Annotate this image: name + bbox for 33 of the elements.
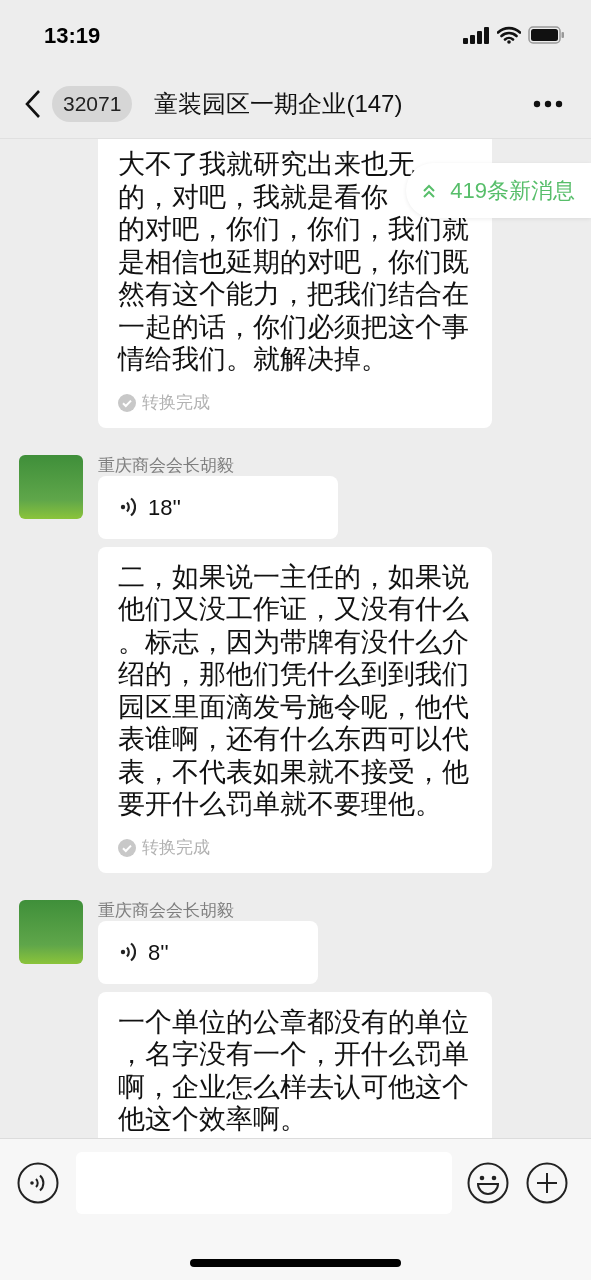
check-circle-icon bbox=[118, 393, 136, 412]
more-icon[interactable] bbox=[533, 100, 563, 108]
wifi-icon bbox=[497, 26, 521, 44]
status-text: 转换完成 bbox=[142, 391, 210, 414]
transcript-line: 情给我们。就解决掉。 bbox=[118, 343, 388, 376]
battery-icon bbox=[528, 26, 565, 44]
voice-icon bbox=[120, 941, 136, 963]
transcript-text: 二，如果说一主任的，如果说他们又没工作证，又没有什么。标志，因为带牌有没什么介绍的，那他们凭什么到到我们园区里面滴发号施令呢，他代表谁啊，还有什么东西可以代表，不代表如果就不接受，他要开什么罚单就不要理他。 bbox=[118, 560, 470, 821]
photo-placeholder[interactable] bbox=[19, 454, 83, 519]
sender-name: 重庆商会会长胡毅 bbox=[98, 899, 235, 921]
sender-name: 重庆商会会长胡毅 bbox=[98, 454, 235, 476]
chat-title: 童装园区一期企业(147) bbox=[154, 89, 403, 119]
unread-count[interactable]: 32071 bbox=[52, 86, 133, 122]
check-circle-icon bbox=[118, 838, 136, 857]
plus-icon[interactable] bbox=[526, 1162, 568, 1204]
voice-message[interactable]: 18'' bbox=[98, 475, 338, 539]
voice-input-icon[interactable] bbox=[17, 1162, 59, 1204]
voice-icon bbox=[120, 496, 136, 518]
voice-duration: 8'' bbox=[148, 938, 169, 967]
signal-icon bbox=[463, 26, 490, 44]
photo-placeholder[interactable] bbox=[19, 899, 83, 964]
transcript-line: 一起的话，你们必须把这个事 bbox=[118, 310, 469, 343]
transcript-line: 然有这个能力，把我们结合在 bbox=[118, 278, 469, 311]
transcript-line: 的，对吧，我就是看你 bbox=[118, 180, 388, 213]
status-text: 转换完成 bbox=[142, 836, 210, 859]
voice-duration: 18'' bbox=[148, 493, 181, 522]
back-icon[interactable] bbox=[24, 89, 42, 119]
transcript-line: 是相信也延期的对吧，你们既 bbox=[118, 245, 469, 278]
double-chevron-up-icon bbox=[422, 182, 437, 199]
emoji-icon[interactable] bbox=[467, 1162, 509, 1204]
transcript-text: 一个单位的公章都没有的单位，名字没有一个，开什么罚单啊，企业怎么样去认可他这个他这个效率啊。 bbox=[118, 1005, 470, 1136]
status-time: 13:19 bbox=[44, 21, 101, 50]
voice-message[interactable]: 8'' bbox=[98, 920, 318, 984]
